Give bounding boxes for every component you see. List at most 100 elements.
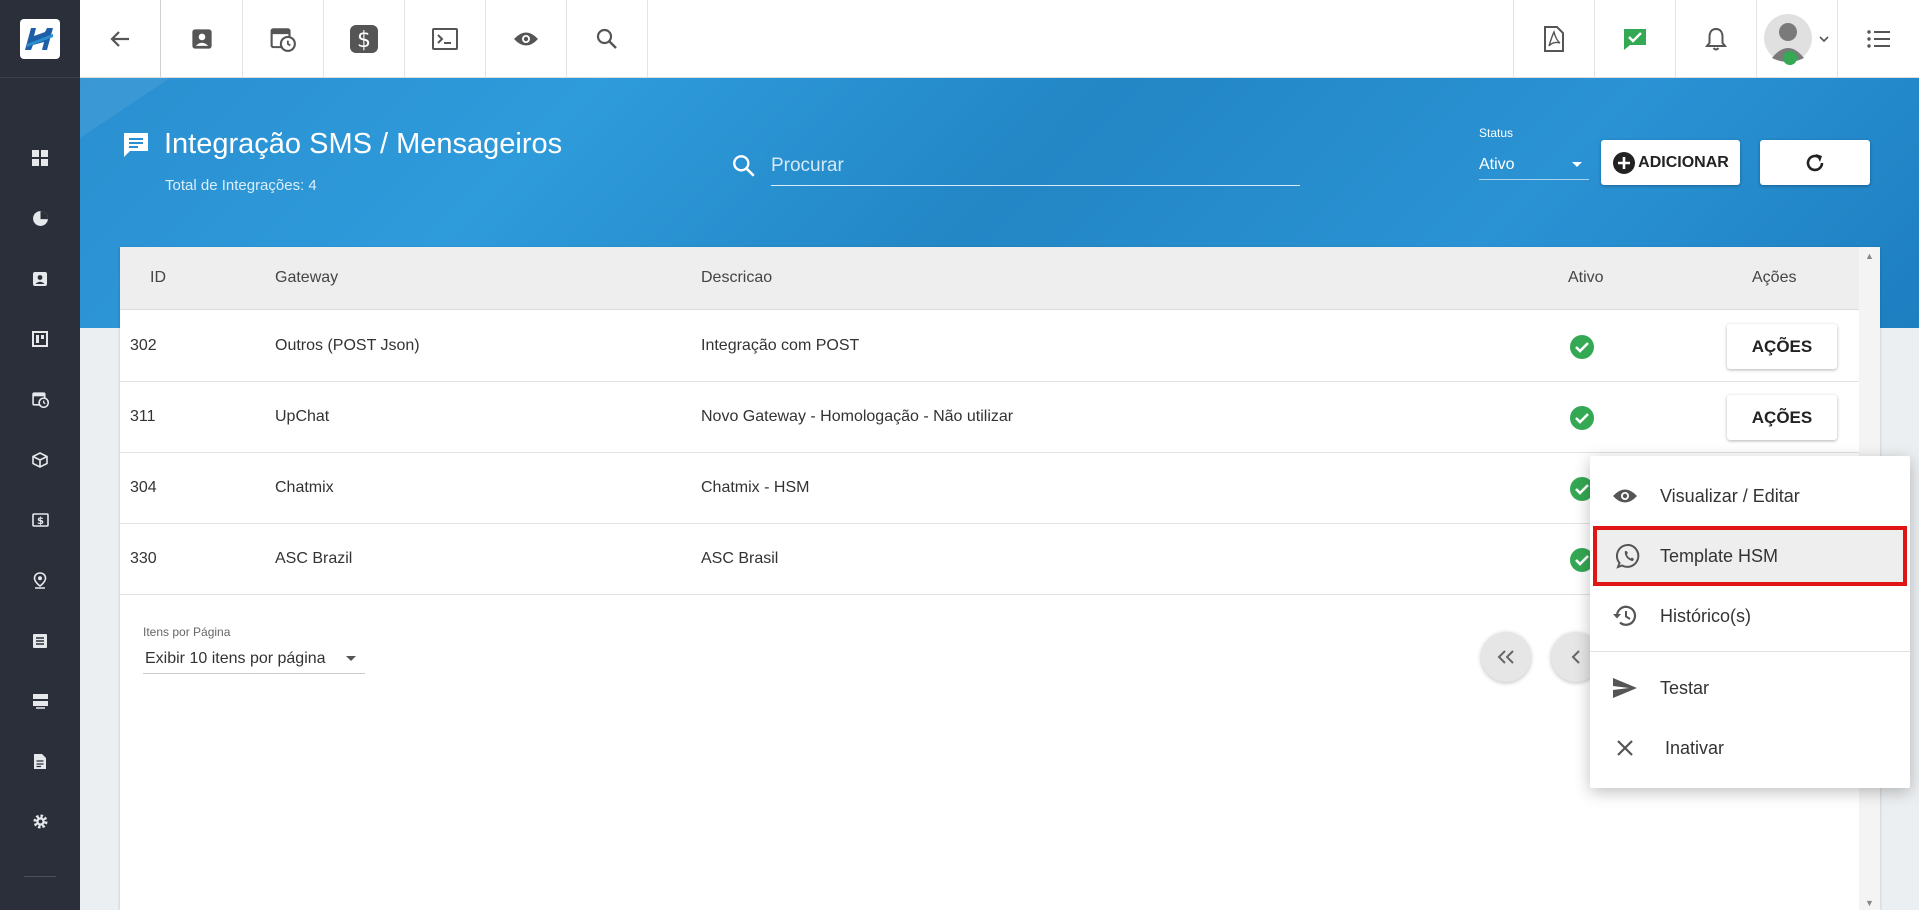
menu-item-label: Inativar	[1665, 737, 1725, 758]
add-button-label: ADICIONAR	[1638, 153, 1729, 171]
chat-check-icon	[1624, 28, 1646, 50]
scroll-up-icon[interactable]: ▲	[1865, 251, 1874, 261]
col-descricao[interactable]: Descricao	[701, 269, 772, 287]
items-per-page-select[interactable]: Exibir 10 itens por página	[143, 644, 365, 674]
col-gateway[interactable]: Gateway	[275, 269, 338, 287]
cell-descricao: ASC Brasil	[701, 550, 779, 567]
search-input[interactable]	[770, 146, 1300, 186]
schedule-button[interactable]	[243, 0, 324, 77]
page-title: Integração SMS / Mensageiros	[164, 128, 563, 160]
menu-item-deactivate[interactable]: Inativar	[1590, 718, 1910, 778]
actions-button[interactable]: AÇÕES	[1727, 395, 1837, 440]
menu-item-test[interactable]: Testar	[1590, 658, 1910, 718]
cell-gateway: ASC Brazil	[275, 550, 353, 567]
active-check-icon	[1570, 335, 1594, 359]
menu-item-template-hsm[interactable]: Template HSM	[1593, 526, 1907, 586]
integrations-count: Total de Integrações: 4	[165, 177, 317, 194]
menu-item-view-edit[interactable]: Visualizar / Editar	[1590, 466, 1910, 526]
list-menu-icon	[1866, 29, 1890, 48]
terminal-button[interactable]	[405, 0, 486, 77]
send-icon	[1613, 678, 1637, 698]
history-icon	[1613, 605, 1637, 626]
add-button[interactable]: ADICIONAR	[1601, 140, 1740, 185]
eye-icon	[514, 32, 538, 45]
sidebar-item-reports[interactable]	[0, 188, 80, 248]
menu-item-history[interactable]: Histórico(s)	[1590, 586, 1910, 646]
server-icon	[32, 693, 48, 709]
plus-circle-icon	[1613, 151, 1636, 174]
logo-mark	[20, 18, 60, 59]
cell-id: 330	[130, 550, 157, 567]
back-button[interactable]	[80, 0, 161, 77]
cell-id: 302	[130, 337, 157, 354]
table-header: ID Gateway Descricao Ativo Ações	[120, 247, 1859, 310]
messages-button[interactable]	[1594, 0, 1675, 77]
sidebar-item-dashboard[interactable]	[0, 128, 80, 188]
actions-menu: Visualizar / Editar Template HSM Históri…	[1590, 456, 1910, 788]
finance-button[interactable]: $	[324, 0, 405, 77]
eye-icon	[1613, 489, 1637, 503]
col-id[interactable]: ID	[150, 269, 166, 287]
table-row[interactable]: 302 Outros (POST Json) Integração com PO…	[120, 311, 1859, 382]
pdf-icon	[1544, 25, 1564, 52]
cell-id: 304	[130, 479, 157, 496]
search-icon	[733, 155, 755, 177]
sidebar-item-documents[interactable]	[0, 731, 80, 791]
scroll-down-icon[interactable]: ▼	[1865, 898, 1874, 908]
money-icon: $	[31, 513, 49, 527]
chevron-down-icon	[1819, 35, 1829, 42]
notifications-button[interactable]	[1675, 0, 1756, 77]
dropdown-arrow-icon	[346, 656, 356, 661]
col-acoes: Ações	[1752, 269, 1797, 286]
sidebar-item-board[interactable]	[0, 309, 80, 369]
status-select[interactable]: Ativo	[1479, 150, 1589, 180]
double-chevron-left-icon	[1497, 650, 1514, 664]
contact-card-icon	[192, 28, 212, 49]
whatsapp-icon	[1615, 543, 1639, 569]
status-value: Ativo	[1479, 155, 1515, 173]
app-logo[interactable]	[0, 0, 80, 78]
contacts-button[interactable]	[162, 0, 243, 77]
pdf-button[interactable]	[1513, 0, 1594, 77]
refresh-button[interactable]	[1760, 140, 1870, 185]
sidebar-item-contacts[interactable]	[0, 249, 80, 309]
cell-gateway: Chatmix	[275, 479, 334, 496]
sidebar-item-products[interactable]	[0, 429, 80, 489]
sidebar-item-locations[interactable]	[0, 550, 80, 610]
view-button[interactable]	[486, 0, 567, 77]
location-pin-icon	[33, 571, 47, 589]
menu-divider	[1590, 651, 1910, 652]
document-icon	[34, 753, 46, 769]
bell-icon	[1705, 27, 1727, 50]
svg-text:$: $	[357, 28, 371, 53]
board-icon	[32, 331, 48, 348]
col-ativo[interactable]: Ativo	[1568, 269, 1604, 287]
user-menu[interactable]	[1756, 0, 1837, 77]
refresh-icon	[1806, 153, 1824, 171]
back-arrow-icon	[110, 30, 129, 47]
sidebar-item-lists[interactable]	[0, 610, 80, 670]
calendar-clock-icon	[270, 27, 296, 52]
main-menu-button[interactable]	[1837, 0, 1919, 77]
search-button[interactable]	[567, 0, 648, 77]
menu-item-label: Template HSM	[1660, 545, 1779, 566]
sidebar-item-finance[interactable]: $	[0, 490, 80, 550]
first-page-button[interactable]	[1481, 632, 1531, 682]
dollar-icon: $	[350, 24, 378, 53]
terminal-icon	[432, 27, 458, 50]
page-title-wrap: Integração SMS / Mensageiros	[122, 128, 562, 161]
close-icon	[1617, 740, 1633, 756]
sidebar-item-servers[interactable]	[0, 671, 80, 731]
table-row[interactable]: 311 UpChat Novo Gateway - Homologação - …	[120, 382, 1859, 453]
pie-chart-icon	[32, 211, 48, 226]
cell-descricao: Novo Gateway - Homologação - Não utiliza…	[701, 408, 1014, 425]
actions-button[interactable]: AÇÕES	[1727, 324, 1837, 369]
search-icon	[596, 28, 617, 49]
dashboard-icon	[32, 150, 48, 167]
sidebar: $	[0, 0, 80, 910]
box-icon	[32, 451, 48, 468]
sidebar-item-settings[interactable]	[0, 791, 80, 851]
sidebar-item-schedule[interactable]	[0, 369, 80, 429]
cell-gateway: Outros (POST Json)	[275, 337, 420, 354]
status-label: Status	[1479, 126, 1514, 140]
